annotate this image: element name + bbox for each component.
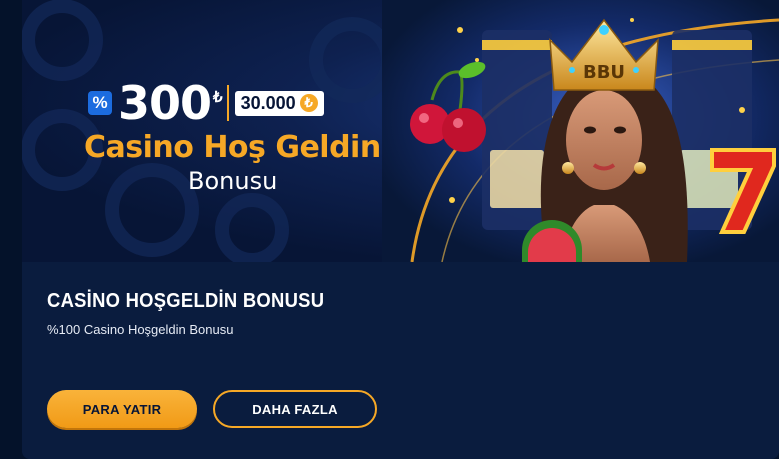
- bonus-banner: % 300 ₺ 30.000 ₺ Casino Hoş Geldin Bonus…: [22, 0, 779, 262]
- promo-subtitle: Bonusu: [188, 167, 278, 195]
- max-amount: 30.000: [240, 92, 296, 113]
- lira-icon: ₺: [213, 89, 223, 106]
- deposit-button[interactable]: PARA YATIR: [47, 390, 197, 428]
- bonus-card: % 300 ₺ 30.000 ₺ Casino Hoş Geldin Bonus…: [22, 0, 779, 459]
- casino-illustration: BBU: [382, 0, 779, 262]
- crown-text: BBU: [583, 62, 625, 83]
- bonus-description: %100 Casino Hoşgeldin Bonusu: [47, 322, 234, 337]
- divider: [226, 85, 229, 121]
- bonus-title: CASİNO HOŞGELDİN BONUSU: [47, 290, 325, 312]
- bonus-details: CASİNO HOŞGELDİN BONUSU %100 Casino Hoşg…: [22, 262, 779, 459]
- more-info-button[interactable]: DAHA FAZLA: [213, 390, 377, 428]
- lira-coin-icon: ₺: [299, 94, 318, 112]
- bonus-percentage: 300: [118, 76, 212, 130]
- percent-icon: %: [88, 91, 112, 115]
- max-amount-badge: 30.000 ₺: [234, 90, 324, 116]
- promo-title: Casino Hoş Geldin: [84, 130, 381, 165]
- promo-headline: % 300 ₺ 30.000 ₺ Casino Hoş Geldin Bonus…: [84, 78, 384, 195]
